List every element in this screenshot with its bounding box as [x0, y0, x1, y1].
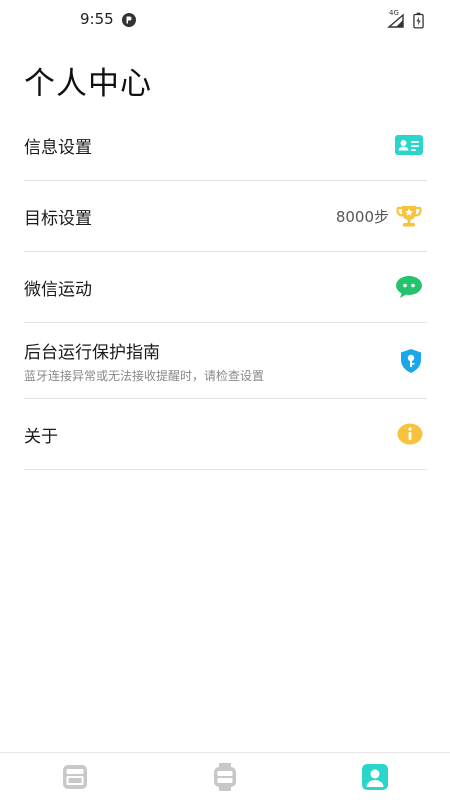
settings-menu: 信息设置 目标设置 8000步 微信运动 后台运行保护指南 蓝牙连接异常或无法接…: [24, 110, 427, 470]
menu-item-goal-settings[interactable]: 目标设置 8000步: [24, 181, 427, 252]
menu-item-label: 后台运行保护指南: [24, 342, 160, 363]
menu-item-description: 蓝牙连接异常或无法接收提醒时，请检查设置: [24, 368, 265, 383]
app-notification-icon: [122, 13, 136, 27]
profile-icon[interactable]: [361, 763, 389, 791]
menu-item-label: 信息设置: [24, 137, 92, 158]
signal-indicator: 4G: [385, 9, 405, 28]
page-title: 个人中心: [24, 66, 152, 102]
wechat-icon: [396, 276, 422, 298]
shield-key-icon: [401, 348, 421, 373]
status-time: 9:55: [80, 10, 114, 28]
menu-item-label: 关于: [24, 426, 58, 447]
panel-icon[interactable]: [61, 763, 89, 791]
status-bar: 9:55 4G: [0, 0, 450, 40]
menu-item-label: 微信运动: [24, 279, 92, 300]
menu-item-about[interactable]: 关于: [24, 399, 427, 470]
status-indicators: 4G: [385, 9, 424, 30]
info-icon: [397, 423, 423, 445]
battery-icon: [413, 12, 424, 28]
watch-icon[interactable]: [211, 763, 239, 791]
trophy-icon: [396, 206, 422, 227]
signal-icon: [387, 13, 404, 28]
bottom-nav: [0, 752, 450, 800]
step-goal-value: 8000步: [335, 207, 389, 226]
menu-item-info-settings[interactable]: 信息设置: [24, 110, 427, 181]
id-card-icon: [395, 135, 423, 155]
menu-item-wechat-sport[interactable]: 微信运动: [24, 252, 427, 323]
menu-item-background-guide[interactable]: 后台运行保护指南 蓝牙连接异常或无法接收提醒时，请检查设置: [24, 323, 427, 399]
menu-item-label: 目标设置: [24, 208, 92, 229]
